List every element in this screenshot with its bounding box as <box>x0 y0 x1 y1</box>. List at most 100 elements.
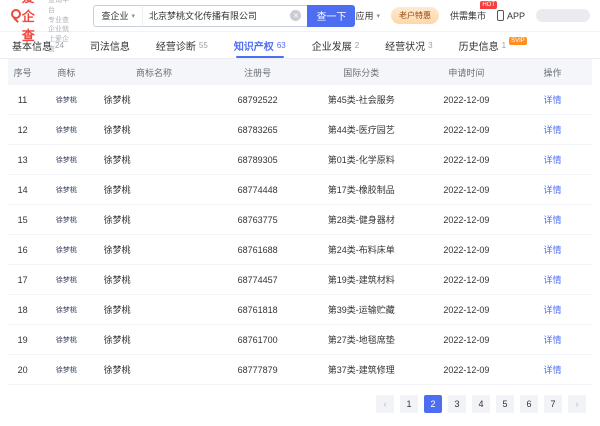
page-button-4[interactable]: 4 <box>472 395 490 413</box>
cell-apply-date: 2022-12-09 <box>420 155 513 165</box>
tab-enterprise-development[interactable]: 企业发展2 <box>312 32 359 58</box>
tab-label: 企业发展 <box>312 38 352 53</box>
trademark-image: 徐梦桃 <box>56 305 77 315</box>
tab-label: 司法信息 <box>90 38 130 53</box>
cell-trademark-name: 徐梦桃 <box>96 303 213 316</box>
tab-business-diagnosis[interactable]: 经营诊断55 <box>156 32 208 58</box>
cell-trademark-name: 徐梦桃 <box>96 153 213 166</box>
cell-action: 详情 <box>513 183 592 196</box>
cell-action: 详情 <box>513 363 592 376</box>
tabs-bar: 基本信息24 司法信息 经营诊断55 知识产权63 企业发展2 经营状况3 历史信息1SVI… <box>0 32 600 59</box>
cell-classification: 第39类-运输贮藏 <box>303 303 420 316</box>
table-header-row: 序号商标商标名称注册号国际分类申请时间操作 <box>8 59 592 85</box>
cell-registration-number: 68777879 <box>212 365 303 375</box>
user-account-area[interactable] <box>536 9 590 22</box>
tab-count: 2 <box>355 41 359 50</box>
cell-apply-date: 2022-12-09 <box>420 95 513 105</box>
cell-trademark-name: 徐梦桃 <box>96 93 213 106</box>
cell-classification: 第01类-化学原料 <box>303 153 420 166</box>
tab-operating-status[interactable]: 经营状况3 <box>385 32 432 58</box>
cell-apply-date: 2022-12-09 <box>420 275 513 285</box>
apps-menu[interactable]: 应用 ▾ <box>355 9 380 22</box>
prev-page-button[interactable]: ‹ <box>376 395 394 413</box>
cell-classification: 第24类-布料床单 <box>303 243 420 256</box>
cell-trademark: 徐梦桃 <box>37 95 95 105</box>
top-header: 爱企查 百度旗下企业查询平台 专业查企业就上爱企查 查企业 ▾ ✕ 查一下 应用… <box>0 0 600 32</box>
tab-count: 3 <box>428 41 432 50</box>
chevron-down-icon: ▾ <box>376 12 380 20</box>
detail-link[interactable]: 详情 <box>544 243 562 256</box>
clear-icon[interactable]: ✕ <box>290 10 301 21</box>
cell-apply-date: 2022-12-09 <box>420 245 513 255</box>
tab-history-info[interactable]: 历史信息1SVIP <box>459 32 527 58</box>
tab-label: 经营状况 <box>385 38 425 53</box>
cell-apply-date: 2022-12-09 <box>420 365 513 375</box>
tab-label: 知识产权 <box>234 38 274 53</box>
page-button-2[interactable]: 2 <box>424 395 442 413</box>
cell-registration-number: 68792522 <box>212 95 303 105</box>
cell-trademark-name: 徐梦桃 <box>96 183 213 196</box>
page-button-5[interactable]: 5 <box>496 395 514 413</box>
cell-index: 19 <box>8 335 37 345</box>
chevron-down-icon: ▾ <box>131 12 135 20</box>
detail-link[interactable]: 详情 <box>544 153 562 166</box>
cell-classification: 第37类-建筑修理 <box>303 363 420 376</box>
cell-trademark: 徐梦桃 <box>37 125 95 135</box>
cell-apply-date: 2022-12-09 <box>420 185 513 195</box>
table-row: 14徐梦桃徐梦桃68774448第17类-橡胶制品2022-12-09详情 <box>8 175 592 205</box>
hot-badge: HOT <box>480 1 497 9</box>
cell-trademark: 徐梦桃 <box>37 155 95 165</box>
table-row: 17徐梦桃徐梦桃68774457第19类-建筑材料2022-12-09详情 <box>8 265 592 295</box>
page-button-3[interactable]: 3 <box>448 395 466 413</box>
cell-action: 详情 <box>513 303 592 316</box>
cell-apply-date: 2022-12-09 <box>420 125 513 135</box>
tab-intellectual-property[interactable]: 知识产权63 <box>234 32 286 58</box>
detail-link[interactable]: 详情 <box>544 213 562 226</box>
cell-index: 14 <box>8 185 37 195</box>
cell-index: 12 <box>8 125 37 135</box>
cell-registration-number: 68763775 <box>212 215 303 225</box>
column-header: 申请时间 <box>420 66 513 79</box>
cell-index: 15 <box>8 215 37 225</box>
tab-judicial-info[interactable]: 司法信息 <box>90 32 130 58</box>
table-row: 15徐梦桃徐梦桃68763775第28类-健身器材2022-12-09详情 <box>8 205 592 235</box>
market-label: 供需集市 <box>450 11 486 21</box>
cell-apply-date: 2022-12-09 <box>420 335 513 345</box>
svip-badge: SVIP <box>509 37 527 45</box>
cell-trademark-name: 徐梦桃 <box>96 123 213 136</box>
search-category-select[interactable]: 查企业 ▾ <box>94 6 143 26</box>
trademark-image: 徐梦桃 <box>56 95 77 105</box>
cell-apply-date: 2022-12-09 <box>420 305 513 315</box>
market-link[interactable]: 供需集市 HOT <box>450 9 486 22</box>
table-row: 20徐梦桃徐梦桃68777879第37类-建筑修理2022-12-09详情 <box>8 355 592 385</box>
cell-index: 13 <box>8 155 37 165</box>
page-button-1[interactable]: 1 <box>400 395 418 413</box>
column-header: 操作 <box>513 66 592 79</box>
column-header: 商标 <box>37 66 95 79</box>
app-download[interactable]: APP <box>497 10 525 21</box>
app-label: APP <box>507 11 525 21</box>
page-button-7[interactable]: 7 <box>544 395 562 413</box>
cell-trademark-name: 徐梦桃 <box>96 213 213 226</box>
detail-link[interactable]: 详情 <box>544 363 562 376</box>
next-page-button[interactable]: › <box>568 395 586 413</box>
detail-link[interactable]: 详情 <box>544 333 562 346</box>
detail-link[interactable]: 详情 <box>544 273 562 286</box>
cell-registration-number: 68761688 <box>212 245 303 255</box>
page-button-6[interactable]: 6 <box>520 395 538 413</box>
detail-link[interactable]: 详情 <box>544 123 562 136</box>
detail-link[interactable]: 详情 <box>544 93 562 106</box>
search-button[interactable]: 查一下 <box>307 5 355 27</box>
column-header: 商标名称 <box>96 66 213 79</box>
cell-trademark: 徐梦桃 <box>37 245 95 255</box>
detail-link[interactable]: 详情 <box>544 183 562 196</box>
search-input[interactable] <box>143 11 290 21</box>
logo-magnifier-icon <box>10 8 18 23</box>
detail-link[interactable]: 详情 <box>544 303 562 316</box>
tab-label: 经营诊断 <box>156 38 196 53</box>
tab-basic-info[interactable]: 基本信息24 <box>12 32 64 58</box>
search-bar: 查企业 ▾ ✕ 查一下 <box>93 5 355 27</box>
table-row: 12徐梦桃徐梦桃68783265第44类-医疗园艺2022-12-09详情 <box>8 115 592 145</box>
tab-count: 1 <box>502 41 506 50</box>
promo-button[interactable]: 老户特惠 <box>391 7 439 24</box>
